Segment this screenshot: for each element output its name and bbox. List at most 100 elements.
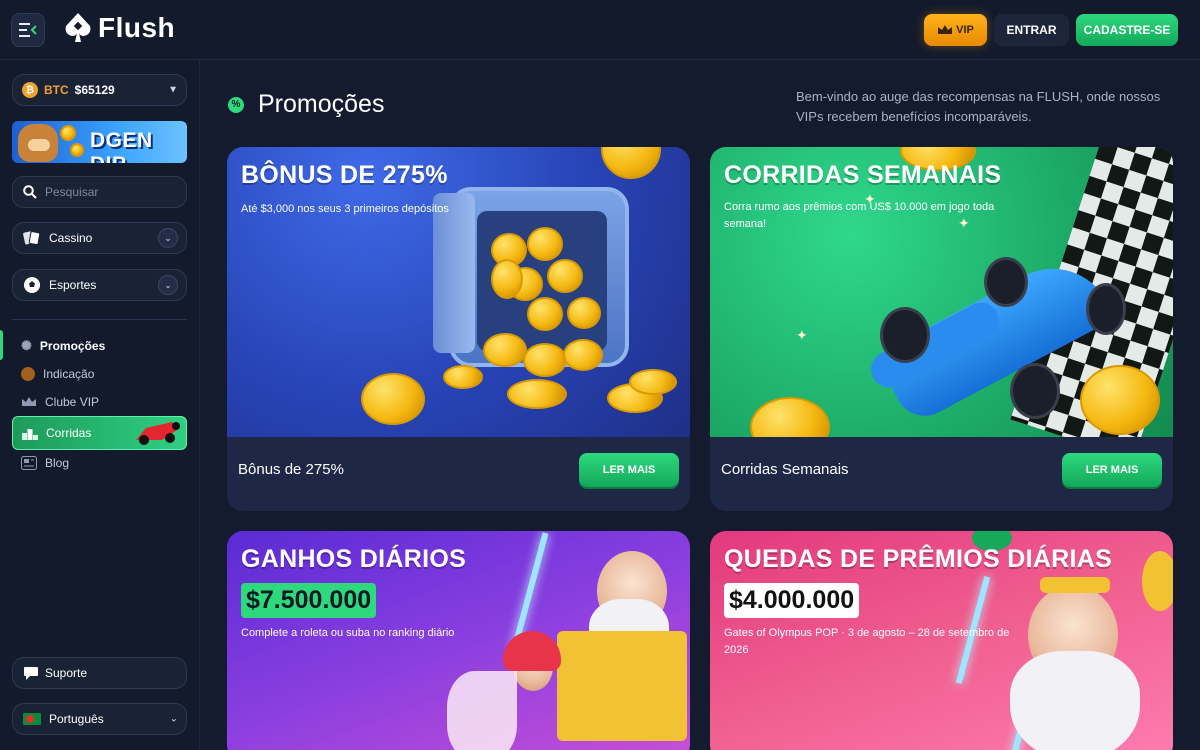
character-hair-illustration (503, 631, 561, 671)
zeus-armor-illustration (557, 631, 687, 741)
podium-icon (22, 429, 38, 440)
vip-button[interactable]: VIP (924, 14, 987, 46)
prize-amount: $4.000.000 (724, 583, 860, 618)
zeus-crown-illustration (1040, 577, 1110, 593)
promo-banner-daily-wins[interactable]: GANHOS DIÁRIOS $7.500.000 Complete a rol… (227, 531, 690, 750)
promo-banner-bonus[interactable]: BÔNUS DE 275% Até $3,000 nos seus 3 prim… (227, 147, 690, 437)
btc-price-selector[interactable]: ₿ BTC $65129 ▼ (12, 74, 187, 106)
card-heading: GANHOS DIÁRIOS (241, 545, 467, 573)
page-header: % Promoções (228, 90, 384, 119)
zeus-beard-illustration (1010, 651, 1140, 750)
search-icon (23, 185, 37, 199)
btc-symbol: BTC (44, 83, 69, 97)
megaphone-icon: ✺ (21, 338, 32, 353)
chevron-down-icon[interactable]: ⌄ (158, 228, 178, 248)
vip-label: VIP (956, 24, 974, 36)
coin-icon (523, 343, 567, 377)
coin-icon (601, 147, 661, 179)
cards-icon (23, 231, 41, 246)
flush-logo[interactable]: Flush (64, 12, 175, 44)
sidebar-item-blog[interactable]: Blog (12, 449, 187, 477)
coin-icon (1080, 365, 1160, 435)
race-car-icon (136, 422, 180, 445)
language-label: Português (49, 712, 104, 726)
chevron-down-icon: ⌄ (169, 713, 178, 725)
card-footer: Corridas Semanais LER MAIS (710, 437, 1173, 511)
coin-icon (21, 367, 35, 381)
percent-badge-icon: % (228, 96, 244, 113)
menu-collapse-icon (19, 23, 37, 37)
card-subtitle: Até $3,000 nos seus 3 primeiros depósito… (241, 203, 449, 215)
sidebar-item-clube-vip[interactable]: Clube VIP (12, 388, 187, 416)
chevron-down-icon[interactable]: ⌄ (158, 275, 178, 295)
menu-toggle-button[interactable] (11, 13, 45, 47)
coin-icon (60, 125, 76, 141)
promo-banner-daily-prize-drops[interactable]: QUEDAS DE PRÊMIOS DIÁRIAS $4.000.000 Gat… (710, 531, 1173, 750)
active-indicator (0, 330, 3, 360)
card-footer: Bônus de 275% LER MAIS (227, 437, 690, 511)
sidebar-item-indicacao[interactable]: Indicação (12, 360, 187, 388)
newspaper-icon (21, 456, 37, 470)
sparkle-icon: ✦ (796, 327, 808, 343)
search-input[interactable]: Pesquisar (12, 176, 187, 208)
sidebar-item-label: Promoções (39, 339, 106, 353)
search-placeholder: Pesquisar (45, 185, 99, 199)
sidebar-item-label: Clube VIP (45, 395, 100, 409)
spade-logo-icon (65, 13, 91, 42)
wheel-icon (1086, 283, 1126, 335)
casino-label: Cassino (49, 231, 93, 245)
coin-icon (491, 259, 523, 299)
card-subtitle: Complete a roleta ou suba no ranking diá… (241, 627, 455, 639)
support-button[interactable]: Suporte (12, 657, 187, 689)
card-footer-title: Corridas Semanais (721, 461, 849, 478)
wheel-icon (1010, 363, 1060, 419)
chevron-down-icon: ▼ (168, 84, 178, 96)
gold-bowl-illustration (1142, 551, 1173, 611)
sidebar-item-label: Indicação (43, 367, 95, 381)
login-button[interactable]: ENTRAR (994, 14, 1069, 46)
coin-icon (629, 369, 677, 395)
top-header: Flush VIP ENTRAR CADASTRE-SE (0, 0, 1200, 60)
sports-label: Esportes (49, 278, 97, 292)
read-more-button[interactable]: LER MAIS (579, 453, 679, 487)
casino-menu[interactable]: Cassino ⌄ (12, 222, 187, 254)
welcome-text: Bem-vindo ao auge das recompensas na FLU… (796, 89, 1161, 124)
promo-card-weekly-races[interactable]: ✦ ✦ ✦ CORRIDAS SEMANAIS Corra rumo aos p… (710, 147, 1173, 511)
wheel-icon (984, 257, 1028, 307)
coin-icon (527, 227, 563, 261)
wheel-icon (880, 307, 930, 363)
coin-icon (483, 333, 527, 367)
chat-bubble-icon (24, 666, 38, 680)
wing-illustration (447, 671, 517, 750)
coin-icon (507, 379, 567, 409)
sidebar-item-label: Blog (45, 456, 70, 470)
read-more-button[interactable]: LER MAIS (1062, 453, 1162, 487)
brand-name: Flush (98, 12, 176, 43)
promo-banner-weekly-races[interactable]: ✦ ✦ ✦ CORRIDAS SEMANAIS Corra rumo aos p… (710, 147, 1173, 437)
sports-menu[interactable]: Esportes ⌄ (12, 269, 187, 301)
support-label: Suporte (45, 666, 88, 680)
card-subtitle: Corra rumo aos prêmios com US$ 10.000 em… (724, 201, 995, 230)
sidebar: ₿ BTC $65129 ▼ DGEN DIP Pesquisar Cassin… (0, 60, 200, 750)
card-subtitle: Gates of Olympus POP · 3 de agosto – 28 … (724, 627, 1010, 656)
dgen-dip-banner[interactable]: DGEN DIP (12, 121, 187, 163)
card-heading: QUEDAS DE PRÊMIOS DIÁRIAS (724, 545, 1113, 573)
card-footer-title: Bônus de 275% (238, 461, 344, 478)
card-heading: CORRIDAS SEMANAIS (724, 161, 1002, 189)
signup-button[interactable]: CADASTRE-SE (1076, 14, 1178, 46)
crown-icon (938, 24, 953, 34)
sidebar-item-promocoes[interactable]: ✺ Promoções (12, 332, 187, 360)
coin-icon (563, 339, 603, 371)
coin-icon (547, 259, 583, 293)
promo-card-bonus[interactable]: BÔNUS DE 275% Até $3,000 nos seus 3 prim… (227, 147, 690, 511)
coin-icon (443, 365, 483, 389)
btc-price: $65129 (74, 83, 115, 97)
promo-card-daily-prize-drops[interactable]: QUEDAS DE PRÊMIOS DIÁRIAS $4.000.000 Gat… (710, 531, 1173, 750)
ape-mouth-icon (28, 139, 50, 151)
sidebar-item-label: Corridas (46, 426, 92, 440)
crown-icon (22, 396, 36, 406)
promo-card-daily-wins[interactable]: GANHOS DIÁRIOS $7.500.000 Complete a rol… (227, 531, 690, 750)
prize-amount: $7.500.000 (241, 583, 377, 618)
language-selector[interactable]: Português ⌄ (12, 703, 187, 735)
sidebar-item-corridas[interactable]: Corridas (12, 416, 187, 450)
